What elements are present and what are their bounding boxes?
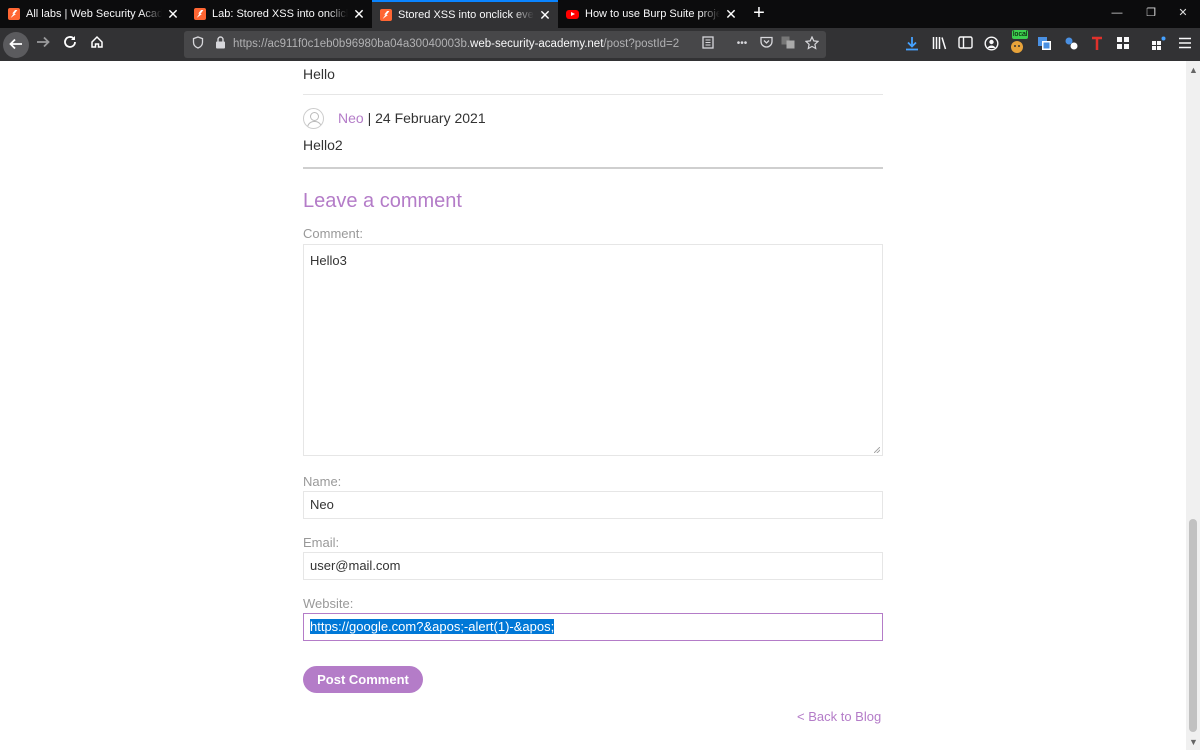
back-button[interactable] (3, 32, 29, 58)
lock-icon[interactable] (212, 36, 228, 52)
extension-translate-icon[interactable] (1035, 36, 1053, 54)
reload-button[interactable] (57, 32, 83, 58)
url-path: /post?postId=2 (603, 38, 680, 50)
back-arrow-icon (9, 38, 22, 50)
home-button[interactable] (84, 32, 110, 58)
close-icon[interactable]: ✕ (166, 6, 180, 23)
close-icon[interactable]: ✕ (352, 6, 366, 23)
page-scrollbar[interactable]: ▲ ▼ (1186, 61, 1200, 750)
extension-badge: local (1012, 30, 1029, 39)
extension-grid-icon[interactable] (1114, 36, 1132, 54)
new-tab-button[interactable]: + (749, 3, 769, 25)
comment-meta-separator: | (363, 110, 376, 126)
comment-textarea[interactable]: Hello3 (303, 244, 883, 456)
library-icon[interactable] (930, 36, 948, 54)
close-icon[interactable]: ✕ (724, 6, 738, 23)
website-input[interactable]: https://google.com?&apos;-alert(1)-&apos… (303, 613, 883, 641)
comments-section-divider (303, 167, 883, 169)
tab-title: All labs | Web Security Academy (26, 8, 162, 20)
youtube-icon (566, 9, 579, 19)
scroll-down-icon[interactable]: ▼ (1189, 737, 1198, 747)
comment-author-link[interactable]: Neo (338, 110, 364, 126)
name-input[interactable]: Neo (303, 491, 883, 519)
tracking-shield-icon[interactable] (190, 36, 206, 52)
resize-handle-icon[interactable] (874, 447, 880, 453)
tab-all-labs[interactable]: All labs | Web Security Academy ✕ (0, 0, 186, 28)
tab-strip: All labs | Web Security Academy ✕ Lab: S… (0, 0, 1200, 28)
extension-t-icon[interactable] (1088, 36, 1106, 54)
comment-label: Comment: (303, 226, 363, 241)
url-text[interactable]: https://ac911f0c1eb0b96980ba04a30040003b… (233, 31, 679, 58)
post-comment-button[interactable]: Post Comment (303, 666, 423, 693)
url-host: web-security-academy.net (470, 38, 604, 50)
avatar-icon (303, 108, 324, 129)
scroll-up-icon[interactable]: ▲ (1189, 65, 1198, 75)
minimize-button[interactable]: — (1100, 0, 1134, 28)
forward-button[interactable] (30, 32, 56, 58)
pocket-icon[interactable] (758, 36, 774, 52)
reload-icon (64, 36, 76, 48)
tab-title: Lab: Stored XSS into onclick event (212, 8, 348, 20)
email-input-value: user@mail.com (310, 558, 401, 573)
menu-hamburger-icon[interactable] (1176, 36, 1194, 54)
blog-post-page: Hello Neo | 24 February 2021 Hello2 Leav… (0, 61, 1186, 750)
url-prefix: https://ac911f0c1eb0b96980ba04a30040003b… (233, 38, 471, 50)
name-input-value: Neo (310, 497, 334, 512)
comment-meta: Neo | 24 February 2021 (338, 110, 486, 126)
translate-icon[interactable] (780, 36, 796, 52)
extension-language-icon[interactable] (1062, 36, 1080, 54)
page-actions-icon[interactable]: ••• (732, 36, 752, 52)
email-label: Email: (303, 535, 340, 550)
back-to-blog-link[interactable]: < Back to Blog (797, 709, 881, 724)
sidebar-icon[interactable] (956, 36, 974, 54)
account-icon[interactable] (982, 36, 1000, 54)
comment-text: Hello2 (303, 137, 343, 153)
reader-view-icon[interactable] (700, 36, 716, 52)
comment-date: 24 February 2021 (375, 110, 486, 126)
name-label: Name: (303, 474, 342, 489)
tab-stored-xss-active[interactable]: Stored XSS into onclick event with ✕ (372, 0, 558, 28)
leave-comment-heading: Leave a comment (303, 190, 462, 212)
portswigger-icon (8, 8, 20, 20)
tab-burp-suite-video[interactable]: How to use Burp Suite projects ✕ (558, 0, 744, 28)
portswigger-icon (380, 9, 392, 21)
navigation-toolbar: https://ac911f0c1eb0b96980ba04a30040003b… (0, 28, 1200, 61)
tab-title: How to use Burp Suite projects (585, 8, 720, 20)
extension-local-icon[interactable]: local (1008, 30, 1029, 54)
comment-divider (303, 94, 883, 95)
bookmark-star-icon[interactable] (804, 35, 820, 52)
website-label: Website: (303, 596, 354, 611)
restore-button[interactable]: ❐ (1134, 0, 1168, 28)
close-icon[interactable]: ✕ (538, 7, 552, 24)
tab-title: Stored XSS into onclick event with (398, 9, 534, 21)
window-close-button[interactable]: ✕ (1166, 0, 1200, 28)
comment-textarea-value: Hello3 (310, 253, 347, 268)
comment-text: Hello (303, 66, 335, 82)
home-icon (91, 35, 103, 48)
extensions-icon[interactable] (1149, 36, 1167, 54)
website-input-value: https://google.com?&apos;-alert(1)-&apos… (310, 619, 555, 634)
portswigger-icon (194, 8, 206, 20)
url-bar[interactable]: https://ac911f0c1eb0b96980ba04a30040003b… (184, 31, 826, 58)
tab-lab-stored-xss[interactable]: Lab: Stored XSS into onclick event ✕ (186, 0, 372, 28)
downloads-icon[interactable] (903, 36, 921, 54)
email-input[interactable]: user@mail.com (303, 552, 883, 580)
forward-arrow-icon (37, 36, 50, 48)
scrollbar-thumb[interactable] (1189, 519, 1197, 732)
